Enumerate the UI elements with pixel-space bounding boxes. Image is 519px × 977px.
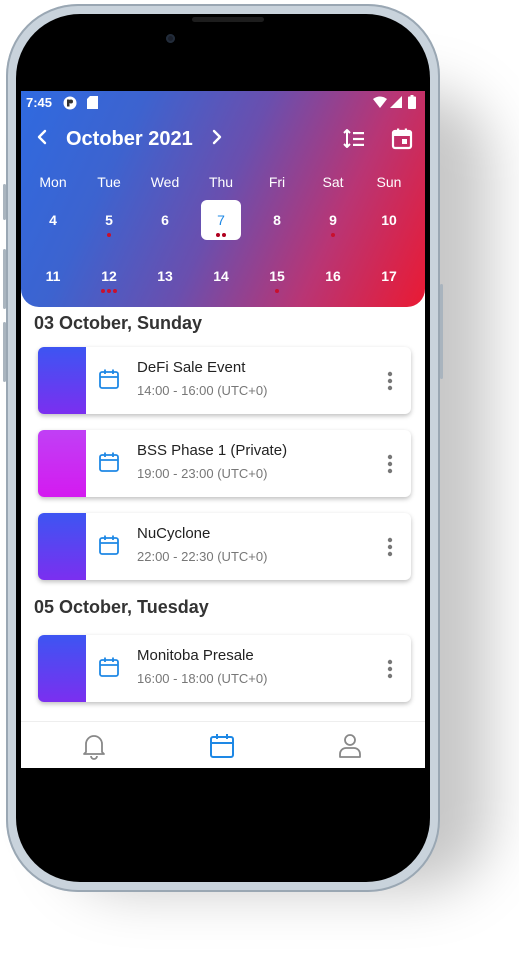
event-dot <box>113 289 117 293</box>
person-icon[interactable] <box>337 732 363 760</box>
status-bar: 7:45 <box>21 91 425 115</box>
day-cell[interactable]: 10 <box>369 200 409 240</box>
section-date-heading: 05 October, Tuesday <box>34 597 209 617</box>
event-dot <box>107 289 111 293</box>
event-dots <box>313 233 353 237</box>
more-options-icon[interactable] <box>387 659 393 679</box>
day-number: 7 <box>217 212 225 228</box>
month-title[interactable]: October 2021 <box>66 128 193 151</box>
more-options-icon[interactable] <box>387 454 393 474</box>
day-cell[interactable]: 9 <box>313 200 353 240</box>
day-number: 12 <box>101 268 117 284</box>
weekday-label: Thu <box>208 174 234 190</box>
day-cell[interactable]: 11 <box>33 256 73 296</box>
phone-side-button <box>440 284 443 379</box>
weekday-label: Fri <box>268 174 286 190</box>
phone-side-button <box>3 184 6 220</box>
weekday-label: Mon <box>39 174 67 190</box>
phone-side-button <box>3 322 6 382</box>
bottom-navigation <box>21 721 425 768</box>
more-options-icon[interactable] <box>387 537 393 557</box>
event-color-bar <box>38 513 86 580</box>
day-cell[interactable]: 5 <box>89 200 129 240</box>
day-number: 5 <box>105 212 113 228</box>
event-color-bar <box>38 430 86 497</box>
sort-list-icon[interactable] <box>342 127 366 151</box>
app-icon <box>63 96 77 110</box>
day-cell[interactable]: 16 <box>313 256 353 296</box>
more-options-icon[interactable] <box>387 371 393 391</box>
calendar-icon <box>99 369 119 389</box>
event-title: DeFi Sale Event <box>137 359 246 376</box>
day-number: 11 <box>45 268 61 284</box>
day-number: 17 <box>381 268 397 284</box>
day-cell[interactable]: 15 <box>257 256 297 296</box>
event-dot <box>222 233 226 237</box>
day-cell[interactable]: 6 <box>145 200 185 240</box>
phone-side-button <box>3 249 6 309</box>
event-color-bar <box>38 347 86 414</box>
day-cell[interactable]: 17 <box>369 256 409 296</box>
event-card[interactable]: BSS Phase 1 (Private) 19:00 - 23:00 (UTC+… <box>38 430 411 497</box>
day-number: 14 <box>213 268 229 284</box>
event-color-bar <box>38 635 86 702</box>
phone-camera <box>166 34 175 43</box>
event-time: 16:00 - 18:00 (UTC+0) <box>137 671 268 686</box>
calendar-view-icon[interactable] <box>390 127 414 151</box>
day-number: 9 <box>329 212 337 228</box>
calendar-icon <box>99 535 119 555</box>
calendar-icon <box>99 452 119 472</box>
day-number: 4 <box>49 212 57 228</box>
sd-card-icon <box>87 96 98 109</box>
day-number: 13 <box>157 268 173 284</box>
day-number: 16 <box>325 268 341 284</box>
phone-speaker <box>192 17 264 22</box>
event-title: NuCyclone <box>137 525 211 542</box>
event-title: Monitoba Presale <box>137 647 254 664</box>
signal-icon <box>390 96 402 108</box>
event-dots <box>257 289 297 293</box>
battery-icon <box>408 95 416 109</box>
status-time: 7:45 <box>26 95 53 110</box>
event-card[interactable]: NuCyclone 22:00 - 22:30 (UTC+0) <box>38 513 411 580</box>
day-number: 8 <box>273 212 281 228</box>
day-cell[interactable]: 8 <box>257 200 297 240</box>
chevron-right-icon[interactable] <box>207 127 227 147</box>
event-dot <box>107 233 111 237</box>
event-dot <box>331 233 335 237</box>
event-dots <box>89 289 129 293</box>
day-number: 15 <box>269 268 285 284</box>
event-card[interactable]: DeFi Sale Event 14:00 - 16:00 (UTC+0) <box>38 347 411 414</box>
event-card[interactable]: Monitoba Presale 16:00 - 18:00 (UTC+0) <box>38 635 411 702</box>
event-dot <box>275 289 279 293</box>
month-navigation: October 2021 <box>21 121 425 161</box>
event-dot <box>101 289 105 293</box>
weekday-label: Sat <box>322 174 344 190</box>
event-dots <box>201 233 241 237</box>
event-time: 14:00 - 16:00 (UTC+0) <box>137 383 268 398</box>
app-screen: 7:45 October 2021 Mon Tue Wed Thu Fri Sa… <box>21 91 425 768</box>
day-cell-today[interactable]: 7 <box>201 200 241 240</box>
bell-icon[interactable] <box>81 732 107 760</box>
wifi-icon <box>373 96 387 108</box>
event-dots <box>89 233 129 237</box>
event-time: 19:00 - 23:00 (UTC+0) <box>137 466 268 481</box>
weekday-label: Tue <box>97 174 121 190</box>
day-cell[interactable]: 14 <box>201 256 241 296</box>
event-title: BSS Phase 1 (Private) <box>137 442 288 459</box>
calendar-icon[interactable] <box>209 732 235 760</box>
calendar-header: 7:45 October 2021 Mon Tue Wed Thu Fri Sa… <box>21 91 425 307</box>
weekday-label: Sun <box>376 174 402 190</box>
calendar-icon <box>99 657 119 677</box>
day-number: 6 <box>161 212 169 228</box>
day-cell[interactable]: 12 <box>89 256 129 296</box>
section-date-heading: 03 October, Sunday <box>34 313 203 333</box>
chevron-left-icon[interactable] <box>32 127 52 147</box>
day-cell[interactable]: 4 <box>33 200 73 240</box>
weekday-label: Wed <box>150 174 180 190</box>
day-number: 10 <box>381 212 397 228</box>
day-cell[interactable]: 13 <box>145 256 185 296</box>
event-dot <box>216 233 220 237</box>
event-time: 22:00 - 22:30 (UTC+0) <box>137 549 268 564</box>
